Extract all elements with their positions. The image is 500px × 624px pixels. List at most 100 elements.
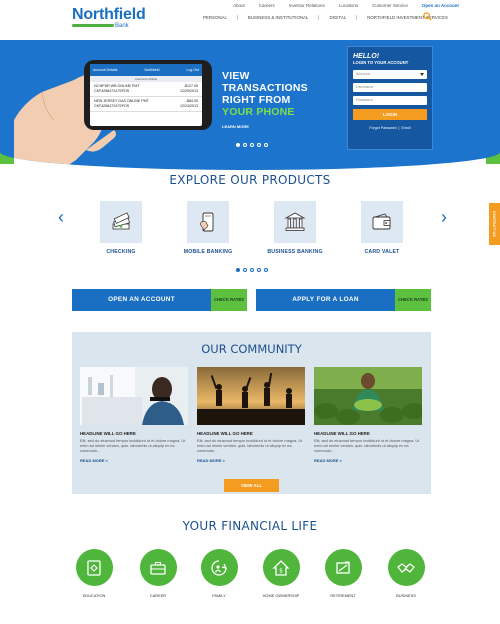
briefcase-icon xyxy=(150,561,166,575)
login-hello: HELLO! xyxy=(353,53,380,60)
product-mobile-banking[interactable]: MOBILE BANKING xyxy=(176,201,240,255)
nav-digital[interactable]: DIGITAL xyxy=(319,15,358,20)
card-headline: HEADLINE WILL GO HERE xyxy=(314,431,370,436)
product-label: CARD VALET xyxy=(364,249,400,255)
handshake-icon xyxy=(397,562,415,573)
login-button[interactable]: LOGIN xyxy=(353,109,427,120)
enroll-link[interactable]: Enroll xyxy=(401,126,410,130)
carousel-dot[interactable] xyxy=(236,268,240,272)
fin-item-home-ownership[interactable]: $ HOME OWNERSHIP xyxy=(251,549,311,598)
fin-item-retirement[interactable]: RETIREMENT xyxy=(313,549,373,598)
carousel-dot[interactable] xyxy=(243,143,247,147)
phone-app-header: Account Details Northfield Log Out xyxy=(90,64,202,76)
community-card: HEADLINE WILL GO HERE Elit, sed do eiusm… xyxy=(80,367,188,463)
link-investor-relations[interactable]: Investor Relations xyxy=(289,3,325,8)
fin-label: CAREER xyxy=(149,593,167,598)
logo-sub: Bank xyxy=(115,23,129,29)
fin-label: HOME OWNERSHIP xyxy=(262,593,300,598)
password-field[interactable]: Password xyxy=(353,96,427,105)
link-open-account[interactable]: Open an Account xyxy=(422,3,459,8)
logo-swoosh xyxy=(72,24,114,27)
product-icon-box xyxy=(274,201,316,243)
bank-building-icon xyxy=(284,212,306,231)
password-placeholder: Password xyxy=(356,98,373,102)
read-more-link[interactable]: READ MORE > xyxy=(80,458,188,463)
apply-loan-bar[interactable]: APPLY FOR A LOAN CHECK RATES xyxy=(256,289,431,311)
hero-line: VIEW xyxy=(222,70,250,82)
fin-label: EDUCATION xyxy=(82,593,106,598)
products-carousel-dots xyxy=(236,268,268,272)
account-select[interactable]: Account xyxy=(353,70,427,79)
product-icon-box xyxy=(361,201,403,243)
fin-circle xyxy=(324,549,362,586)
username-field[interactable]: Username xyxy=(353,83,427,92)
carousel-dot[interactable] xyxy=(236,143,240,147)
product-label: CHECKING xyxy=(106,249,136,255)
view-all-button[interactable]: VIEW ALL xyxy=(224,479,279,492)
carousel-dot[interactable] xyxy=(257,143,261,147)
carousel-dot[interactable] xyxy=(257,268,261,272)
hero-carousel-dots xyxy=(236,143,268,147)
hero-headline: VIEW TRANSACTIONS RIGHT FROM YOUR PHONE xyxy=(222,70,308,118)
read-more-link[interactable]: READ MORE > xyxy=(314,458,422,463)
hero-copy: VIEW TRANSACTIONS RIGHT FROM YOUR PHONE … xyxy=(222,70,308,129)
fin-item-business[interactable]: BUSINESS xyxy=(376,549,436,598)
fin-label: RETIREMENT xyxy=(330,593,356,598)
community-section: OUR COMMUNITY HEADLINE WILL GO HERE Elit… xyxy=(72,332,431,494)
nav-personal[interactable]: PERSONAL xyxy=(193,15,238,20)
carousel-dot[interactable] xyxy=(264,143,268,147)
nav-business[interactable]: BUSINESS & INSTITUTIONAL xyxy=(238,15,320,20)
contact-us-tab[interactable]: CONTACT US xyxy=(489,203,500,245)
transaction-date: 12/29/2013 xyxy=(180,89,198,93)
product-label: BUSINESS BANKING xyxy=(267,249,323,255)
phone-transaction-row: NJ MFDR WB ONLINE PMT CKF425847247SPOS -… xyxy=(90,82,202,97)
community-card: HEADLINE WILL GO HERE Elit, sed do eiusm… xyxy=(314,367,422,463)
community-image-sunset xyxy=(197,367,305,425)
product-icon-box xyxy=(187,201,229,243)
education-icon xyxy=(87,559,101,576)
retirement-icon xyxy=(336,560,350,574)
check-rates-button[interactable]: CHECK RATES xyxy=(211,289,247,311)
link-about[interactable]: About xyxy=(233,3,245,8)
carousel-dot[interactable] xyxy=(243,268,247,272)
carousel-dot[interactable] xyxy=(250,268,254,272)
fin-item-education[interactable]: EDUCATION xyxy=(64,549,124,598)
money-stack-icon xyxy=(112,212,130,230)
fin-item-career[interactable]: CAREER xyxy=(128,549,188,598)
fin-circle xyxy=(200,549,238,586)
link-careers[interactable]: Careers xyxy=(259,3,275,8)
learn-more-link[interactable]: LEARN MORE xyxy=(222,124,308,129)
read-more-link[interactable]: READ MORE > xyxy=(197,458,305,463)
nav-investment[interactable]: NORTHFIELD INVESTMENT SERVICES xyxy=(357,15,458,20)
fin-label: FAMILY xyxy=(212,593,226,598)
hero-line-accent: YOUR PHONE xyxy=(222,106,295,118)
product-card-valet[interactable]: CARD VALET xyxy=(350,201,414,255)
transaction-desc: NEW JERSEY GAS ONLINE PMT CKF425847247SP… xyxy=(94,99,149,108)
open-account-bar[interactable]: OPEN AN ACCOUNT CHECK RATES xyxy=(72,289,247,311)
products-next-arrow[interactable]: › xyxy=(437,205,451,229)
link-customer-service[interactable]: Customer Service xyxy=(372,3,408,8)
product-label: MOBILE BANKING xyxy=(183,249,233,255)
username-placeholder: Username xyxy=(356,85,374,89)
transaction-date: 12/24/2013 xyxy=(180,104,198,108)
fin-circle: $ xyxy=(262,549,300,586)
card-headline: HEADLINE WILL GO HERE xyxy=(80,431,136,436)
link-locations[interactable]: Locations xyxy=(339,3,358,8)
search-icon[interactable] xyxy=(423,12,432,21)
open-account-label: OPEN AN ACCOUNT xyxy=(108,296,175,303)
community-title: OUR COMMUNITY xyxy=(201,342,302,356)
check-rates-button[interactable]: CHECK RATES xyxy=(395,289,431,311)
product-business-banking[interactable]: BUSINESS BANKING xyxy=(263,201,327,255)
northfield-logo[interactable]: Northfield Bank xyxy=(72,6,146,29)
family-icon xyxy=(211,559,228,576)
main-nav: PERSONAL BUSINESS & INSTITUTIONAL DIGITA… xyxy=(193,15,458,20)
product-checking[interactable]: CHECKING xyxy=(89,201,153,255)
carousel-dot[interactable] xyxy=(250,143,254,147)
forgot-password-link[interactable]: Forgot Password xyxy=(369,126,396,130)
products-title: EXPLORE OUR PRODUCTS xyxy=(169,173,331,187)
hero-line: TRANSACTIONS xyxy=(222,82,308,94)
fin-item-family[interactable]: FAMILY xyxy=(189,549,249,598)
mobile-phone-icon xyxy=(199,212,214,232)
carousel-dot[interactable] xyxy=(264,268,268,272)
products-prev-arrow[interactable]: ‹ xyxy=(54,205,68,229)
